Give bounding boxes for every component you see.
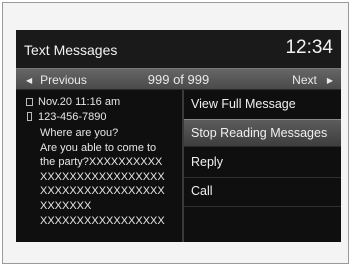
message-line: XXXXXXXXXXXXXXXXX bbox=[40, 214, 165, 227]
menu-item-label: View Full Message bbox=[191, 97, 296, 111]
message-body: Where are you? Are you able to come to t… bbox=[40, 126, 182, 228]
menu-item-view-full-message[interactable]: View Full Message bbox=[184, 90, 341, 118]
message-line: XXXXXXXXXXXXXXXXX bbox=[40, 185, 165, 198]
clock: 12:34 bbox=[285, 37, 333, 58]
calendar-icon bbox=[26, 98, 33, 106]
message-line: XXXXXXX bbox=[40, 199, 92, 212]
title-bar: Text Messages 12:34 bbox=[16, 30, 341, 68]
phone-icon bbox=[27, 112, 32, 121]
triangle-right-icon: ▶ bbox=[326, 76, 333, 85]
next-label: Next bbox=[292, 73, 317, 87]
menu-item-label: Stop Reading Messages bbox=[191, 126, 328, 140]
menu-separator bbox=[184, 206, 341, 207]
options-menu: View Full Message Stop Reading Messages … bbox=[184, 90, 341, 242]
message-line: Are you able to come to bbox=[40, 141, 157, 154]
message-line: Where are you? bbox=[40, 127, 119, 139]
menu-item-call[interactable]: Call bbox=[184, 177, 341, 205]
message-datetime-row: Nov.20 11:16 am bbox=[26, 95, 120, 110]
message-phone-row: 123-456-7890 bbox=[26, 110, 107, 125]
menu-item-label: Call bbox=[191, 184, 213, 198]
next-button[interactable]: Next ▶ bbox=[292, 73, 333, 87]
screen-title: Text Messages bbox=[24, 42, 118, 58]
menu-item-reply[interactable]: Reply bbox=[184, 148, 341, 176]
message-phone: 123-456-7890 bbox=[38, 111, 107, 123]
figure-frame: Text Messages 12:34 ◀ Previous 999 of 999… bbox=[2, 2, 349, 264]
display-screen: Text Messages 12:34 ◀ Previous 999 of 999… bbox=[16, 30, 341, 242]
message-datetime: Nov.20 11:16 am bbox=[38, 96, 121, 108]
menu-item-stop-reading-messages[interactable]: Stop Reading Messages bbox=[184, 119, 341, 147]
message-line: XXXXXXXXXXXXXXXXX bbox=[40, 170, 165, 183]
menu-item-label: Reply bbox=[191, 155, 223, 169]
message-panel: Nov.20 11:16 am 123-456-7890 Where are y… bbox=[16, 90, 182, 242]
message-line: the party?XXXXXXXXXX bbox=[40, 156, 163, 169]
message-nav-bar: ◀ Previous 999 of 999 Next ▶ bbox=[16, 68, 341, 90]
